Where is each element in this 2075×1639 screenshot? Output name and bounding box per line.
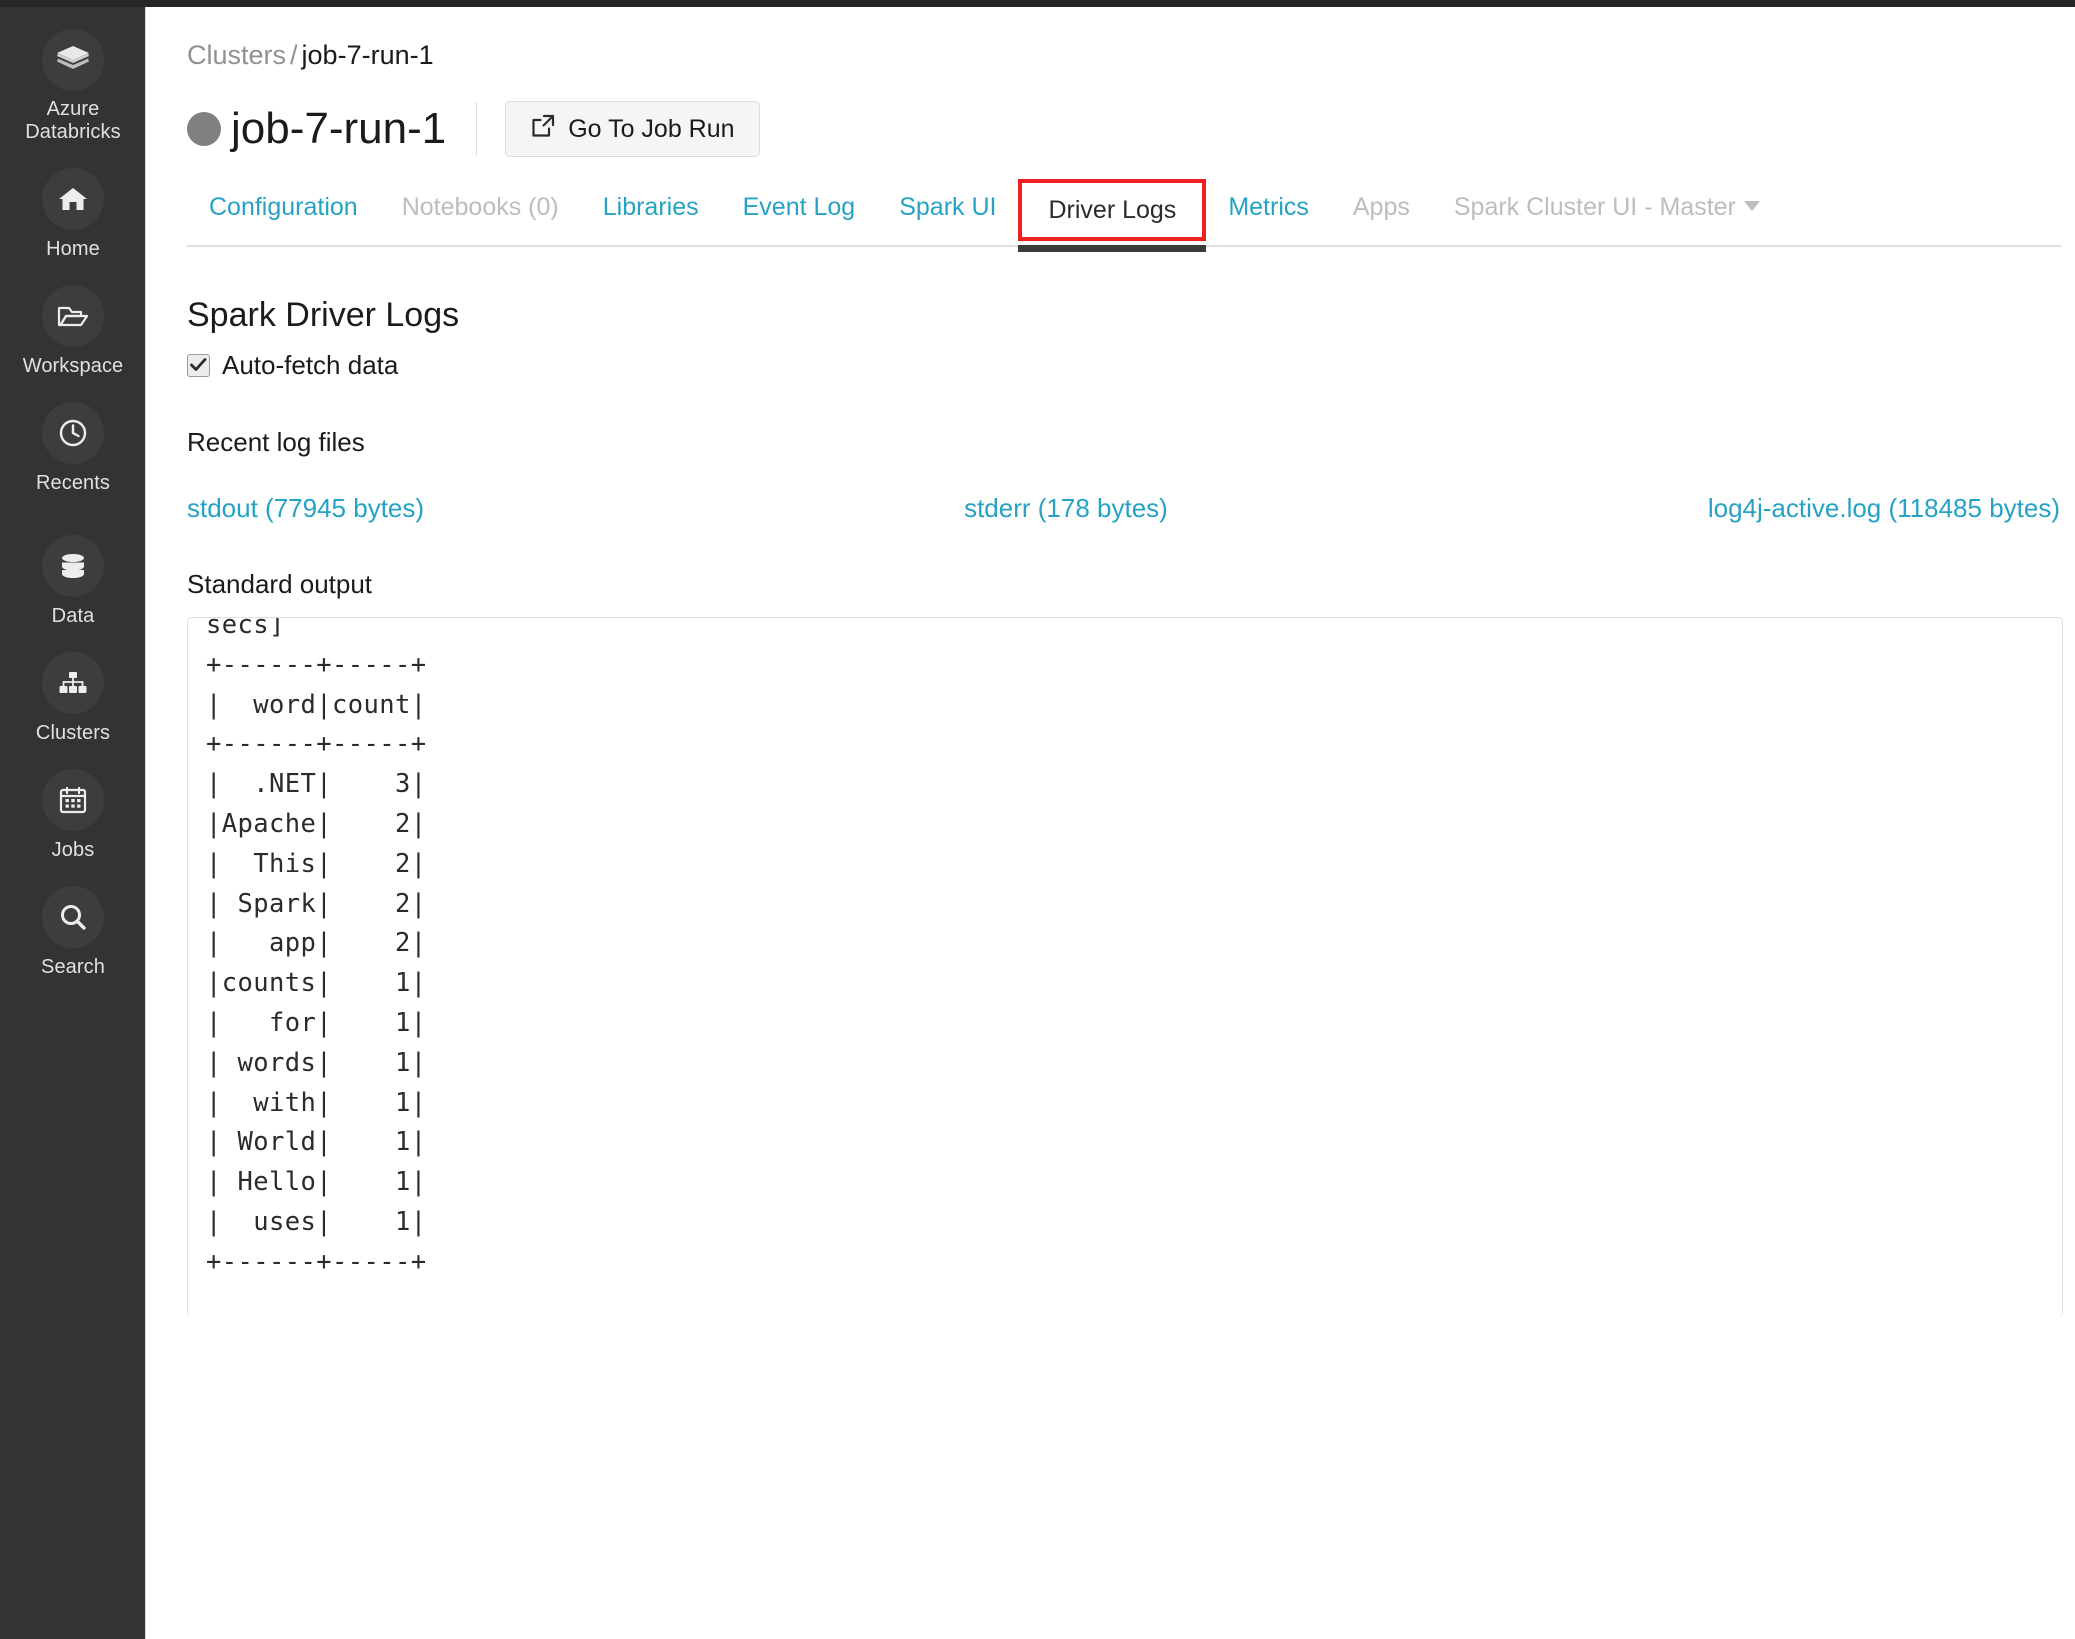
clock-icon — [42, 402, 104, 464]
breadcrumb-current: job-7-run-1 — [302, 40, 434, 70]
tab-apps[interactable]: Apps — [1331, 190, 1432, 245]
sidebar-item-label-recents: Recents — [36, 471, 110, 495]
log-file-links: stdout (77945 bytes) stderr (178 bytes) … — [187, 492, 2060, 524]
cluster-header: job-7-run-1 Go To Job Run — [187, 98, 2075, 160]
main-content: Clusters/job-7-run-1 job-7-run-1 Go To J… — [147, 7, 2075, 1639]
sidebar-item-azure-databricks[interactable]: AzureDatabricks — [0, 29, 146, 144]
go-to-job-run-label: Go To Job Run — [568, 115, 734, 144]
tab-spark-cluster-ui-master[interactable]: Spark Cluster UI - Master — [1432, 190, 1782, 245]
page-title: job-7-run-1 — [231, 103, 446, 155]
standard-output-log-box[interactable]: secs] +------+-----+ | word|count| +----… — [187, 617, 2063, 1317]
database-icon — [42, 535, 104, 597]
checkbox-box — [187, 354, 210, 377]
checkmark-icon — [190, 358, 207, 372]
header-divider — [476, 102, 477, 156]
chevron-down-icon — [1744, 201, 1760, 211]
home-icon — [42, 168, 104, 230]
status-dot-icon — [187, 112, 221, 146]
page-root: AzureDatabricks Home Workspace — [0, 0, 2075, 1639]
sidebar-item-label-jobs: Jobs — [52, 838, 95, 862]
sidebar-item-label-data: Data — [52, 604, 95, 628]
sidebar-item-search[interactable]: Search — [0, 886, 146, 979]
sidebar-item-label-clusters: Clusters — [36, 721, 110, 745]
tab-configuration[interactable]: Configuration — [187, 190, 380, 245]
calendar-icon — [42, 769, 104, 831]
sidebar-item-home[interactable]: Home — [0, 168, 146, 261]
sidebar-item-label-azure-databricks: AzureDatabricks — [25, 98, 120, 144]
breadcrumb-clusters-link[interactable]: Clusters — [187, 40, 286, 70]
standard-output-label: Standard output — [187, 569, 2075, 599]
tab-notebooks[interactable]: Notebooks (0) — [380, 190, 581, 245]
tab-spark-ui[interactable]: Spark UI — [877, 190, 1018, 245]
search-icon — [42, 886, 104, 948]
breadcrumb-separator: / — [286, 40, 302, 70]
tab-libraries[interactable]: Libraries — [581, 190, 721, 245]
go-to-job-run-button[interactable]: Go To Job Run — [505, 101, 759, 157]
sidebar-item-workspace[interactable]: Workspace — [0, 285, 146, 378]
sidebar-item-jobs[interactable]: Jobs — [0, 769, 146, 862]
tab-bar: Configuration Notebooks (0) Libraries Ev… — [187, 190, 2061, 247]
sidebar-item-label-home: Home — [46, 237, 100, 261]
auto-fetch-data-checkbox[interactable]: Auto-fetch data — [187, 350, 398, 380]
sidebar-item-clusters[interactable]: Clusters — [0, 652, 146, 745]
folder-icon — [42, 285, 104, 347]
tab-spark-cluster-ui-master-label: Spark Cluster UI - Master — [1454, 193, 1736, 221]
sidebar-item-label-search: Search — [41, 955, 105, 979]
sidebar-item-data[interactable]: Data — [0, 535, 146, 628]
log-file-link-stdout[interactable]: stdout (77945 bytes) — [187, 492, 424, 524]
tab-driver-logs[interactable]: Driver Logs — [1018, 179, 1206, 241]
log-file-link-stderr[interactable]: stderr (178 bytes) — [424, 492, 1708, 524]
breadcrumb: Clusters/job-7-run-1 — [187, 39, 2075, 71]
cluster-nodes-icon — [42, 652, 104, 714]
auto-fetch-data-label: Auto-fetch data — [222, 350, 398, 380]
standard-output-text: secs] +------+-----+ | word|count| +----… — [206, 617, 2062, 1317]
log-file-link-log4j[interactable]: log4j-active.log (118485 bytes) — [1708, 492, 2060, 524]
sidebar-item-recents[interactable]: Recents — [0, 402, 146, 495]
sidebar: AzureDatabricks Home Workspace — [0, 7, 146, 1639]
section-title: Spark Driver Logs — [187, 295, 2075, 335]
tab-metrics[interactable]: Metrics — [1206, 190, 1331, 245]
tab-event-log[interactable]: Event Log — [721, 190, 878, 245]
sidebar-item-label-workspace: Workspace — [23, 354, 124, 378]
recent-log-files-label: Recent log files — [187, 427, 2075, 457]
databricks-logo-icon — [42, 29, 104, 91]
external-link-icon — [530, 113, 556, 146]
